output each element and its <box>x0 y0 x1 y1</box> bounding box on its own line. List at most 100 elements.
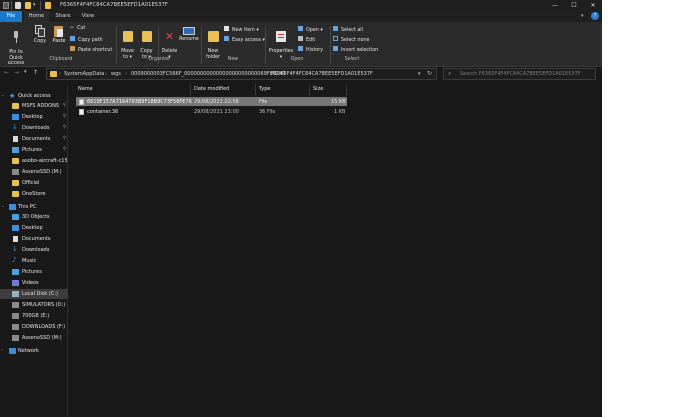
nav-item-pictures[interactable]: Pictures ⚲ <box>0 145 68 155</box>
nav-this-pc[interactable]: ⌄ This PC <box>0 202 68 212</box>
open-group-label: Open <box>290 57 304 62</box>
desktop-icon <box>12 225 19 231</box>
edit-button[interactable]: Edit <box>298 36 315 43</box>
easy-access-button[interactable]: Easy access ▾ <box>224 36 265 43</box>
breadcrumb-container-folder[interactable]: 0009000003FC566F_00000000000000000000000… <box>131 71 286 77</box>
paste-shortcut-label: Paste shortcut <box>78 48 113 53</box>
nav-item-onestore[interactable]: OneStore <box>0 189 68 199</box>
tab-home[interactable]: Home <box>24 11 49 22</box>
file-row-selected[interactable]: 6619F157A7164783B9F18B9C73F56FE76 29/08/… <box>76 97 347 106</box>
address-bar[interactable]: › SystemAppData › wgs › 0009000003FC566F… <box>46 68 437 80</box>
address-dropdown-icon[interactable]: ▾ <box>418 71 421 77</box>
nav-item-downloads-pc[interactable]: ↓ Downloads <box>0 245 68 255</box>
nav-item-desktop-pc[interactable]: Desktop <box>0 223 68 233</box>
properties-icon[interactable] <box>15 2 21 9</box>
new-folder-button[interactable]: New folder <box>204 25 222 60</box>
open-button[interactable]: Open ▾ <box>298 26 323 33</box>
app-icon[interactable] <box>3 2 9 9</box>
help-icon[interactable]: ? <box>591 12 599 20</box>
new-item-button[interactable]: New item ▾ <box>224 26 259 33</box>
nav-label: This PC <box>18 204 37 210</box>
nav-item-documents-pc[interactable]: Documents <box>0 234 68 244</box>
back-arrow-icon[interactable]: ← <box>4 69 9 76</box>
nav-label: Documents <box>22 136 51 142</box>
select-all-button[interactable]: Select all <box>333 26 363 33</box>
cut-button[interactable]: ✂ Cut <box>70 26 85 31</box>
breadcrumb-current-folder[interactable]: F6365F4F4FC84CA7BEE5EFD1A01E537F <box>271 71 373 77</box>
star-icon: ★ <box>9 92 16 100</box>
up-arrow-icon[interactable]: ↑ <box>33 69 38 76</box>
nav-item-pictures-pc[interactable]: Pictures <box>0 267 68 277</box>
recent-locations-icon[interactable]: ▾ <box>24 69 27 75</box>
breadcrumb-systemappdata[interactable]: SystemAppData <box>64 71 104 77</box>
title-bar: ▾ F6365F4F4FC84CA7BEE5EFD1A01E537F — ☐ ✕ <box>0 0 602 11</box>
edit-label: Edit <box>306 38 316 43</box>
edit-icon <box>298 36 303 41</box>
scissors-icon: ✂ <box>70 26 75 31</box>
column-divider[interactable] <box>346 84 347 95</box>
nav-item-700gb-e[interactable]: 700GB (E:) <box>0 311 68 321</box>
nav-item-3d-objects[interactable]: 3D Objects <box>0 212 68 222</box>
chevron-right-icon: › <box>105 71 107 77</box>
expand-ribbon-icon[interactable]: ▾ <box>581 13 584 19</box>
tab-file[interactable]: File <box>0 11 22 22</box>
file-icon <box>79 108 84 115</box>
nav-item-msfs-addons[interactable]: MSFS ADDONS ⚲ <box>0 101 68 111</box>
folder-icon <box>45 2 51 9</box>
pin-to-quick-access-button[interactable]: Pin to Quick access <box>2 25 30 67</box>
nav-item-videos[interactable]: Videos <box>0 278 68 288</box>
nav-label: AssenoSSD (M:) <box>22 335 62 341</box>
nav-item-assenossd-quick[interactable]: AssenoSSD (M:) <box>0 167 68 177</box>
delete-button[interactable]: ✕ Delete ▾ <box>160 25 179 60</box>
drive-icon <box>12 313 19 319</box>
copy-path-button[interactable]: Copy path <box>70 36 103 43</box>
nav-item-desktop[interactable]: Desktop ⚲ <box>0 112 68 122</box>
copy-button[interactable]: Copy <box>32 25 48 45</box>
nav-item-downloads-f[interactable]: DOWNLOADS (F:) <box>0 322 68 332</box>
paste-button[interactable]: Paste <box>50 25 68 45</box>
nav-item-local-disk-c[interactable]: Local Disk (C:) <box>0 289 68 299</box>
nav-item-downloads[interactable]: ↓ Downloads ⚲ <box>0 123 68 133</box>
nav-quick-access[interactable]: ⌄ ★ Quick access <box>0 91 68 101</box>
column-header-size[interactable]: Size <box>313 86 323 92</box>
tab-view[interactable]: View <box>77 11 99 22</box>
paste-shortcut-button[interactable]: Paste shortcut <box>70 46 112 53</box>
maximize-button[interactable]: ☐ <box>564 0 584 11</box>
close-button[interactable]: ✕ <box>583 0 602 11</box>
nav-label: MSFS ADDONS <box>22 103 60 109</box>
refresh-icon[interactable]: ↻ <box>427 70 432 77</box>
search-box[interactable]: ⌕ Search F6365F4F4FC84CA7BEE5EFD1A01E537… <box>443 68 596 80</box>
video-icon <box>12 280 19 286</box>
select-none-button[interactable]: Select none <box>333 36 369 43</box>
column-header-type[interactable]: Type <box>259 86 270 92</box>
tab-share[interactable]: Share <box>51 11 75 22</box>
column-header-date-modified[interactable]: Date modified <box>194 86 229 92</box>
minimize-button[interactable]: — <box>545 0 565 11</box>
column-divider[interactable] <box>255 84 256 95</box>
file-row[interactable]: container.36 29/08/2021 23:00 36 File 1 … <box>76 107 347 116</box>
navigation-pane: ⌄ ★ Quick access MSFS ADDONS ⚲ Desktop ⚲… <box>0 86 68 417</box>
copy-to-button[interactable]: Copy to ▾ <box>138 25 155 60</box>
history-button[interactable]: History <box>298 46 323 53</box>
nav-item-documents[interactable]: Documents ⚲ <box>0 134 68 144</box>
rename-button[interactable]: Rename <box>179 25 199 43</box>
nav-item-simulators-d[interactable]: SIMULATORS (D:) <box>0 300 68 310</box>
column-divider[interactable] <box>190 84 191 95</box>
invert-selection-button[interactable]: Invert selection <box>333 46 378 53</box>
file-size: 15 KB <box>331 98 346 105</box>
nav-label: 3D Objects <box>22 214 50 220</box>
new-folder-icon[interactable] <box>25 2 31 9</box>
quick-access-dropdown-icon[interactable]: ▾ <box>33 2 36 8</box>
breadcrumb-wgs[interactable]: wgs <box>111 71 121 77</box>
nav-label: Official <box>22 180 40 186</box>
nav-item-music[interactable]: ♪ Music <box>0 256 68 266</box>
column-header-name[interactable]: Name <box>78 86 93 92</box>
nav-item-asobo-aircraft[interactable]: asobo-aircraft-c152 <box>0 156 68 166</box>
nav-item-official[interactable]: Official <box>0 178 68 188</box>
nav-network[interactable]: › Network <box>0 346 68 356</box>
forward-arrow-icon[interactable]: → <box>14 69 19 76</box>
nav-item-assenossd-m[interactable]: AssenoSSD (M:) <box>0 333 68 343</box>
properties-button[interactable]: Properties ▾ <box>267 25 295 60</box>
column-divider[interactable] <box>309 84 310 95</box>
move-to-button[interactable]: Move to ▾ <box>119 25 136 60</box>
